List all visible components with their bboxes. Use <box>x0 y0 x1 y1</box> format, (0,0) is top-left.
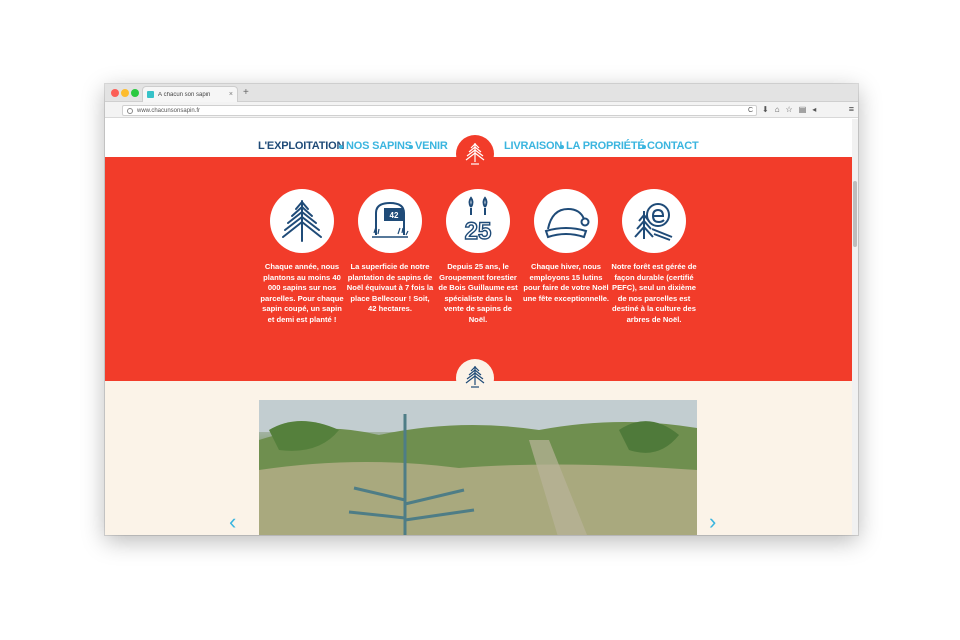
tab-title: À chacun son sapin <box>158 91 211 98</box>
feature-text-superficie: La superficie de notre plantation de sap… <box>346 262 434 314</box>
feature-text-lutins: Chaque hiver, nous employons 15 lutins p… <box>522 262 610 303</box>
scrollbar-thumb[interactable] <box>853 181 857 247</box>
site-favicon-icon <box>147 91 154 98</box>
fir-tree-logo-icon <box>465 143 485 165</box>
nav-separator-dot <box>339 145 343 149</box>
fir-tree-icon <box>270 189 334 253</box>
extension-icon[interactable]: ◂ <box>812 105 816 115</box>
hamburger-menu-icon[interactable]: ≡ <box>849 104 854 114</box>
nav-exploitation[interactable]: L'EXPLOITATION <box>258 140 344 152</box>
page-scrollbar[interactable] <box>852 119 858 535</box>
toolbar-icons: ⬇ ⌂ ☆ ▤ ◂ <box>762 105 816 115</box>
candles-25-icon: 25 <box>446 189 510 253</box>
url-text[interactable]: www.chacunsonsapin.fr <box>137 108 748 114</box>
feature-text-anciennete: Depuis 25 ans, le Groupement forestier d… <box>438 262 518 324</box>
reload-button[interactable]: C <box>748 107 753 114</box>
nav-la-propriete[interactable]: LA PROPRIÉTÉ <box>566 140 645 152</box>
nav-separator-dot <box>642 145 646 149</box>
carousel-next-button[interactable]: › <box>709 511 716 533</box>
new-tab-button[interactable]: + <box>243 87 249 99</box>
reader-icon[interactable]: ▤ <box>799 105 807 115</box>
browser-tab[interactable]: À chacun son sapin × <box>142 86 238 102</box>
site-info-icon[interactable] <box>127 107 133 114</box>
santa-hat-icon <box>534 189 598 253</box>
feature-text-pefc: Notre forêt est gérée de façon durable (… <box>611 262 697 324</box>
carousel-prev-button[interactable]: ‹ <box>229 511 236 533</box>
close-window-button[interactable] <box>111 89 119 97</box>
address-toolbar: www.chacunsonsapin.fr C ⬇ ⌂ ☆ ▤ ◂ ≡ <box>105 102 858 118</box>
bookmark-star-icon[interactable]: ☆ <box>786 105 793 115</box>
feature-text-plantation: Chaque année, nous plantons au moins 40 … <box>260 262 344 324</box>
nav-separator-dot <box>560 145 564 149</box>
plaque-42-icon: 42 <box>358 189 422 253</box>
candles-number: 25 <box>465 218 492 245</box>
plaque-number: 42 <box>390 211 399 220</box>
nav-livraison[interactable]: LIVRAISON <box>504 140 562 152</box>
browser-window: À chacun son sapin × + www.chacunsonsapi… <box>105 84 858 535</box>
tab-bar: À chacun son sapin × + <box>105 84 858 102</box>
nav-separator-dot <box>409 145 413 149</box>
page-viewport: L'EXPLOITATION NOS SAPINS VENIR LIVRAISO… <box>105 119 852 535</box>
tab-close-icon[interactable]: × <box>229 91 233 98</box>
fir-sapling-photo <box>259 400 697 535</box>
pefc-leaf-icon <box>622 189 686 253</box>
carousel-photo <box>259 400 697 535</box>
site-logo[interactable] <box>456 135 494 173</box>
minimize-window-button[interactable] <box>121 89 129 97</box>
home-icon[interactable]: ⌂ <box>775 105 780 115</box>
zoom-window-button[interactable] <box>131 89 139 97</box>
section-divider-logo <box>456 359 494 397</box>
address-bar[interactable]: www.chacunsonsapin.fr C <box>122 105 757 116</box>
fir-tree-divider-icon <box>465 366 485 388</box>
nav-venir[interactable]: VENIR <box>415 140 448 152</box>
nav-nos-sapins[interactable]: NOS SAPINS <box>346 140 412 152</box>
nav-contact[interactable]: CONTACT <box>647 140 699 152</box>
download-icon[interactable]: ⬇ <box>762 105 769 115</box>
